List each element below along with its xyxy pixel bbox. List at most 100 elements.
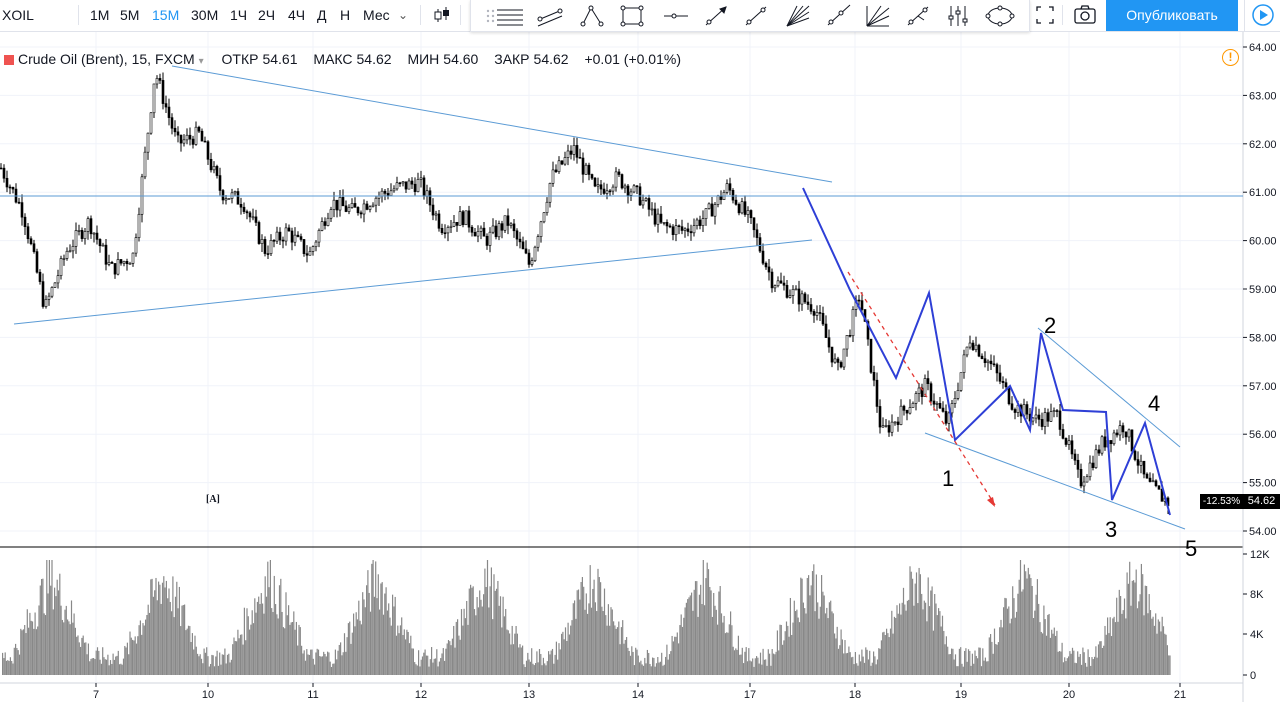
volume-bar: [424, 649, 426, 675]
time-axis[interactable]: 7 10 11 12 13 14 17 18 19 20 21: [93, 683, 1186, 701]
time-tick-label: 14: [632, 689, 644, 701]
interval-dropdown-icon[interactable]: ⌄: [398, 0, 408, 30]
volume-bar: [1125, 618, 1127, 675]
volume-bar: [493, 574, 495, 675]
legend-dropdown-icon[interactable]: ▾: [199, 56, 204, 67]
volume-bar: [676, 632, 678, 675]
volume-bar: [1139, 594, 1141, 675]
rectangle-icon[interactable]: [617, 2, 647, 30]
info-line-icon[interactable]: [903, 2, 933, 30]
fullscreen-icon[interactable]: [1033, 0, 1057, 30]
volume-bar: [1120, 596, 1122, 675]
volume-bar: [197, 653, 199, 675]
candle-body: [857, 299, 861, 302]
volume-bar: [60, 605, 62, 675]
volume-bar: [598, 577, 600, 675]
interval-4h[interactable]: 4Ч: [288, 0, 305, 30]
volume-bar: [65, 605, 67, 675]
symbol-title[interactable]: Crude Oil (Brent), 15, FXCM: [18, 51, 195, 67]
trend-line-icon[interactable]: [741, 2, 771, 30]
arrow-line-icon[interactable]: [701, 2, 731, 30]
volume-bar: [536, 651, 538, 675]
interval-day[interactable]: Д: [317, 0, 326, 30]
volume-bar: [847, 652, 849, 675]
triangle-pattern-icon[interactable]: [577, 2, 607, 30]
volume-bar: [173, 617, 175, 675]
volume-bar: [977, 658, 979, 675]
volume-bar: [237, 629, 239, 675]
horizontal-lines-icon[interactable]: [495, 2, 525, 30]
volume-bar: [1169, 655, 1171, 675]
volume-bar: [1096, 657, 1098, 675]
volume-bar: [680, 614, 682, 675]
camera-icon[interactable]: [1072, 0, 1098, 30]
volume-bar: [1091, 657, 1093, 675]
interval-month[interactable]: Мес: [363, 0, 390, 30]
volume-bar: [542, 657, 544, 675]
volume-bar: [901, 602, 903, 675]
volume-bar: [268, 587, 270, 675]
candle-body: [539, 221, 543, 237]
volume-bar: [211, 654, 213, 675]
interval-30m[interactable]: 30М: [191, 0, 218, 30]
volume-bar: [867, 659, 869, 675]
drawing-toolbar: [470, 0, 1030, 32]
publish-button[interactable]: Опубликовать: [1106, 0, 1238, 31]
volume-bar: [952, 648, 954, 675]
symbol-search[interactable]: XOIL: [0, 0, 60, 30]
warning-icon[interactable]: !: [1222, 49, 1239, 66]
volume-bar: [593, 579, 595, 675]
volume-bar: [551, 648, 554, 675]
forecast-arrow-line[interactable]: [847, 271, 996, 506]
volume-profile-icon[interactable]: [943, 2, 973, 30]
volume-bar: [481, 606, 483, 675]
fib-fan-icon[interactable]: [783, 2, 813, 30]
volume-bar: [265, 596, 268, 675]
interval-1h[interactable]: 1Ч: [230, 0, 247, 30]
volume-bar: [674, 636, 676, 675]
triangle-lower-trendline[interactable]: [13, 239, 813, 325]
interval-5m[interactable]: 5М: [120, 0, 139, 30]
interval-1m[interactable]: 1М: [90, 0, 109, 30]
wave-path[interactable]: [802, 187, 1171, 516]
volume-bar: [505, 608, 507, 675]
volume-bar: [189, 626, 191, 675]
volume-bar: [217, 665, 219, 675]
candle-body: [359, 212, 363, 215]
annotation-a-label[interactable]: [A]: [206, 494, 220, 505]
volume-bar: [675, 636, 677, 675]
parallel-channel-icon[interactable]: [535, 2, 565, 30]
channel-lower-trendline[interactable]: [924, 432, 1186, 530]
candle-body: [488, 231, 492, 246]
interval-week[interactable]: Н: [340, 0, 350, 30]
triangle-upper-trendline[interactable]: [171, 65, 833, 183]
volume-axis[interactable]: 12K 8K 4K 0: [1243, 549, 1270, 682]
volume-bar: [90, 658, 92, 675]
candles-style-icon[interactable]: [432, 0, 452, 30]
candle-body: [1094, 449, 1098, 468]
volume-bar: [606, 625, 608, 675]
horizontal-ray-icon[interactable]: [661, 2, 691, 30]
volume-bar: [232, 644, 234, 675]
candle-body: [197, 126, 201, 132]
volume-bar: [122, 658, 125, 675]
volume-bar: [83, 642, 86, 675]
volume-bar: [921, 593, 923, 675]
volume-bar: [784, 631, 786, 675]
candle-body: [173, 127, 177, 133]
interval-2h[interactable]: 2Ч: [258, 0, 275, 30]
volume-bar: [1016, 611, 1018, 675]
volume-bar: [463, 608, 465, 675]
ellipse-icon[interactable]: [985, 2, 1015, 30]
price-chart[interactable]: 64.00 63.00 62.00 61.00 60.00 59.00 58.00 57.00…: [0, 0, 1280, 702]
replay-button[interactable]: [1244, 0, 1280, 31]
volume-bar: [285, 592, 287, 675]
candle-body: [314, 241, 318, 248]
gann-fan-icon[interactable]: [863, 2, 893, 30]
volume-bar: [858, 654, 860, 675]
candle-body: [1055, 410, 1059, 412]
ray-icon[interactable]: [823, 2, 853, 30]
volume-bar: [596, 611, 598, 675]
price-axis[interactable]: 64.00 63.00 62.00 61.00 60.00 59.00 58.00 57.00…: [1243, 42, 1277, 538]
interval-15m[interactable]: 15М: [152, 0, 179, 30]
